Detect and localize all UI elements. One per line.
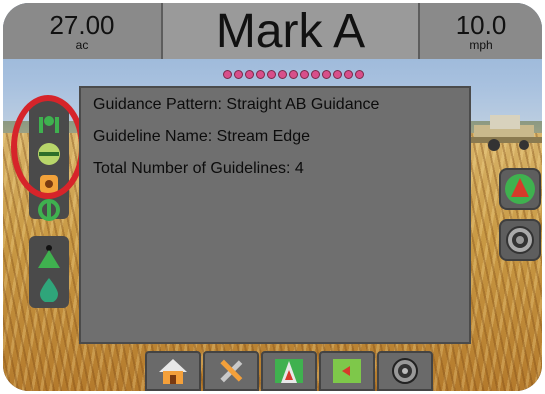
- speed-value: 10.0: [455, 10, 507, 40]
- lightbar-led: [332, 70, 342, 79]
- title-tile[interactable]: Mark A: [163, 3, 418, 59]
- field-map-button[interactable]: [319, 351, 375, 391]
- bottom-nav: [145, 351, 435, 391]
- droplet-icon[interactable]: [36, 276, 62, 302]
- lightbar-led: [321, 70, 331, 79]
- guidance-lightbar: [193, 70, 393, 84]
- guidance-view-button[interactable]: [261, 351, 317, 391]
- status-bar: 27.00 ac Mark A 10.0 mph: [3, 3, 542, 59]
- display-screen: 27.00 ac Mark A 10.0 mph Guidance Patter…: [3, 3, 542, 391]
- navigation-arrow-icon: [505, 174, 535, 204]
- lightbar-led: [266, 70, 276, 79]
- lightbar-led: [299, 70, 309, 79]
- left-toolbar-lower: [29, 236, 69, 308]
- combine-harvester-image: [470, 115, 542, 151]
- home-icon: [159, 359, 187, 384]
- lightbar-led: [288, 70, 298, 79]
- home-button[interactable]: [145, 351, 201, 391]
- camera-button[interactable]: [377, 351, 433, 391]
- view-zoom-icon: [506, 226, 534, 254]
- lightbar-led: [310, 70, 320, 79]
- tools-button[interactable]: [203, 351, 259, 391]
- speed-tile[interactable]: 10.0 mph: [418, 3, 542, 59]
- highlight-ring: [11, 95, 85, 199]
- guidance-view-icon: [275, 359, 303, 383]
- lightbar-led: [244, 70, 254, 79]
- steering-icon[interactable]: [36, 197, 62, 223]
- area-tile[interactable]: 27.00 ac: [3, 3, 163, 59]
- lightbar-led: [255, 70, 265, 79]
- navigation-button[interactable]: [499, 168, 541, 210]
- lightbar-led: [277, 70, 287, 79]
- screen-title: Mark A: [215, 5, 366, 58]
- view-button[interactable]: [499, 219, 541, 261]
- field-map-icon: [333, 359, 361, 383]
- guideline-count-text: Total Number of Guidelines: 4: [93, 160, 304, 177]
- lightbar-led: [233, 70, 243, 79]
- guidance-info-panel: Guidance Pattern: Straight AB Guidance G…: [79, 86, 471, 344]
- lightbar-led: [354, 70, 364, 79]
- speed-unit: mph: [469, 38, 493, 52]
- guidance-pattern-text: Guidance Pattern: Straight AB Guidance: [93, 96, 380, 113]
- guideline-name-text: Guideline Name: Stream Edge: [93, 128, 310, 145]
- area-value: 27.00: [49, 10, 115, 40]
- area-unit: ac: [75, 38, 89, 52]
- tree-icon[interactable]: [36, 244, 62, 270]
- camera-icon: [392, 358, 418, 384]
- lightbar-led: [222, 70, 232, 79]
- tools-icon: [220, 359, 243, 383]
- lightbar-led: [343, 70, 353, 79]
